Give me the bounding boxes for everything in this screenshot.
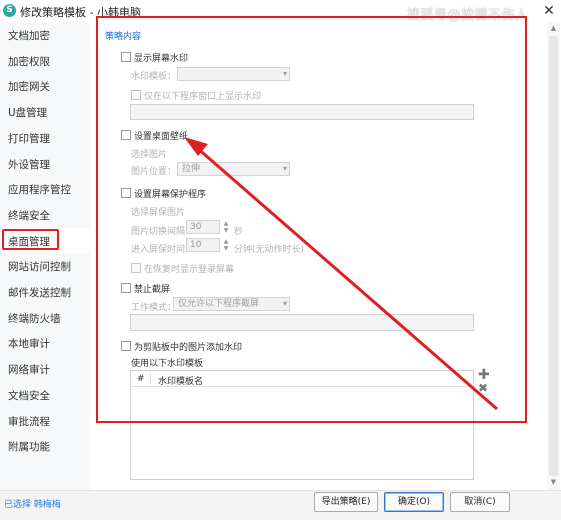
app-logo-icon: S bbox=[3, 4, 16, 17]
screensaver-image-label: 选择屏保图片 bbox=[131, 208, 186, 218]
choose-image-label: 选择图片 bbox=[131, 150, 168, 160]
only-under-programs-label: 仅在以下程序窗口上显示水印 bbox=[144, 92, 262, 102]
sidebar: 文档加密 加密权限 加密网关 U盘管理 打印管理 外设管理 应用程序管控 终端安… bbox=[0, 22, 90, 492]
clipboard-watermark-checkbox[interactable] bbox=[121, 341, 131, 351]
desktop-wallpaper-label: 设置桌面壁纸 bbox=[134, 132, 189, 142]
sidebar-item-label: 网络审计 bbox=[8, 364, 50, 377]
sidebar-item-desktop-management[interactable]: 桌面管理 bbox=[0, 227, 90, 254]
minutes-unit-label: 分钟(无动作时长) bbox=[234, 245, 305, 255]
sidebar-item-website-access-control[interactable]: 网站访问控制 bbox=[0, 253, 90, 279]
window-title: 修改策略模板 - 小韩电脑 bbox=[20, 6, 141, 19]
sidebar-item-app-control[interactable]: 应用程序管控 bbox=[0, 176, 90, 202]
enter-screensaver-time-input[interactable]: 10 bbox=[186, 238, 220, 252]
time-stepper[interactable]: ▲ ▼ bbox=[221, 238, 231, 252]
sidebar-item-label: 加密权限 bbox=[8, 55, 50, 68]
work-mode-value: 仅允许以下程序截屏 bbox=[178, 299, 260, 309]
screen-watermark-checkbox[interactable] bbox=[121, 52, 131, 62]
section-title: 策略内容 bbox=[105, 32, 142, 42]
spin-up-icon: ▲ bbox=[223, 238, 229, 245]
column-template-name: 水印模板名 bbox=[158, 377, 204, 387]
ok-button[interactable]: 确定(O) bbox=[384, 492, 444, 512]
clipboard-watermark-label: 为剪贴板中的图片添加水印 bbox=[134, 343, 243, 353]
sidebar-item-auxiliary-functions[interactable]: 附属功能 bbox=[0, 433, 90, 459]
sidebar-item-document-security[interactable]: 文档安全 bbox=[0, 382, 90, 408]
sidebar-item-label: 网站访问控制 bbox=[8, 261, 71, 274]
show-login-on-resume-label: 在恢复时显示登录屏幕 bbox=[144, 265, 235, 275]
only-under-programs-checkbox[interactable] bbox=[131, 90, 141, 100]
sidebar-item-approval-flow[interactable]: 审批流程 bbox=[0, 408, 90, 434]
screensaver-checkbox[interactable] bbox=[121, 188, 131, 198]
sidebar-item-label: 应用程序管控 bbox=[8, 184, 71, 197]
sidebar-item-peripheral-management[interactable]: 外设管理 bbox=[0, 151, 90, 177]
chevron-down-icon: ▾ bbox=[282, 164, 287, 173]
sidebar-item-print-management[interactable]: 打印管理 bbox=[0, 125, 90, 151]
watermark-template-select[interactable]: ▾ bbox=[177, 67, 290, 81]
sidebar-item-label: 文档加密 bbox=[8, 30, 50, 42]
watermark-template-table[interactable]: # 水印模板名 bbox=[130, 370, 474, 480]
export-policy-button[interactable]: 导出策略(E) bbox=[314, 492, 378, 512]
interval-stepper[interactable]: ▲ ▼ bbox=[221, 220, 231, 234]
chevron-down-icon: ▾ bbox=[282, 299, 287, 308]
add-icon[interactable]: ✚ bbox=[478, 368, 490, 382]
use-template-label: 使用以下水印模板 bbox=[131, 359, 204, 369]
sidebar-item-encryption-gateway[interactable]: 加密网关 bbox=[0, 73, 90, 99]
sidebar-item-terminal-firewall[interactable]: 终端防火墙 bbox=[0, 305, 90, 331]
sidebar-item-label: 桌面管理 bbox=[8, 235, 50, 248]
work-mode-label: 工作模式： bbox=[131, 303, 177, 313]
image-position-label: 图片位置： bbox=[131, 167, 177, 177]
image-switch-interval-label: 图片切换间隔 bbox=[131, 227, 186, 237]
sidebar-item-label: 邮件发送控制 bbox=[8, 287, 71, 299]
spin-down-icon: ▼ bbox=[223, 245, 229, 252]
watermark-text: 搜狐号@按键不伤人 bbox=[407, 8, 529, 23]
sidebar-item-local-audit[interactable]: 本地审计 bbox=[0, 330, 90, 356]
screen-watermark-label: 显示屏幕水印 bbox=[134, 54, 189, 64]
watermark-template-label: 水印模板： bbox=[131, 72, 177, 82]
show-login-on-resume-checkbox[interactable] bbox=[131, 263, 141, 273]
table-header: # 水印模板名 bbox=[131, 371, 473, 387]
sidebar-item-label: 外设管理 bbox=[8, 158, 50, 171]
prohibit-screenshot-label: 禁止截屏 bbox=[134, 285, 171, 295]
scroll-down-icon[interactable]: ▼ bbox=[547, 478, 560, 486]
selected-user-info[interactable]: 已选择 韩梅梅 bbox=[4, 497, 61, 510]
sidebar-item-label: 终端安全 bbox=[8, 209, 50, 222]
sidebar-item-network-audit[interactable]: 网络审计 bbox=[0, 356, 90, 382]
sidebar-item-label: U盘管理 bbox=[8, 107, 48, 120]
image-switch-interval-input[interactable]: 30 bbox=[186, 220, 220, 234]
title-bar: S 修改策略模板 - 小韩电脑 搜狐号@按键不伤人 ✕ bbox=[0, 0, 561, 23]
image-position-select[interactable]: 拉伸 ▾ bbox=[177, 162, 290, 176]
sidebar-item-email-send-control[interactable]: 邮件发送控制 bbox=[0, 279, 90, 305]
image-position-value: 拉伸 bbox=[182, 164, 201, 174]
program-list-field[interactable] bbox=[130, 104, 474, 120]
sidebar-item-label: 打印管理 bbox=[8, 132, 50, 145]
column-divider bbox=[150, 373, 151, 384]
sidebar-item-terminal-security[interactable]: 终端安全 bbox=[0, 202, 90, 228]
sidebar-item-label: 附属功能 bbox=[8, 441, 50, 454]
allowed-programs-field[interactable] bbox=[130, 314, 474, 331]
prohibit-screenshot-checkbox[interactable] bbox=[121, 283, 131, 293]
sidebar-item-label: 文档安全 bbox=[8, 389, 50, 402]
scrollbar-thumb[interactable] bbox=[549, 36, 558, 476]
screensaver-label: 设置屏幕保护程序 bbox=[134, 190, 207, 200]
spin-down-icon: ▼ bbox=[223, 227, 229, 234]
chevron-down-icon: ▾ bbox=[282, 69, 287, 78]
sidebar-item-usb-management[interactable]: U盘管理 bbox=[0, 99, 90, 125]
sidebar-item-label: 审批流程 bbox=[8, 415, 50, 428]
work-mode-select[interactable]: 仅允许以下程序截屏 ▾ bbox=[173, 297, 290, 311]
sidebar-item-document-encryption[interactable]: 文档加密 bbox=[0, 22, 90, 48]
seconds-unit-label: 秒 bbox=[234, 227, 244, 237]
sidebar-item-label: 加密网关 bbox=[8, 81, 50, 94]
spin-up-icon: ▲ bbox=[223, 220, 229, 227]
sidebar-item-encryption-permission[interactable]: 加密权限 bbox=[0, 48, 90, 74]
desktop-wallpaper-checkbox[interactable] bbox=[121, 130, 131, 140]
scroll-up-icon[interactable]: ▲ bbox=[547, 24, 560, 32]
delete-icon[interactable]: ✖ bbox=[478, 382, 488, 394]
close-icon[interactable]: ✕ bbox=[541, 3, 557, 19]
sidebar-item-label: 终端防火墙 bbox=[8, 312, 61, 325]
sidebar-item-label: 本地审计 bbox=[8, 338, 50, 351]
enter-screensaver-time-label: 进入屏保时间 bbox=[131, 245, 186, 255]
cancel-button[interactable]: 取消(C) bbox=[450, 492, 510, 512]
column-index: # bbox=[137, 374, 145, 384]
